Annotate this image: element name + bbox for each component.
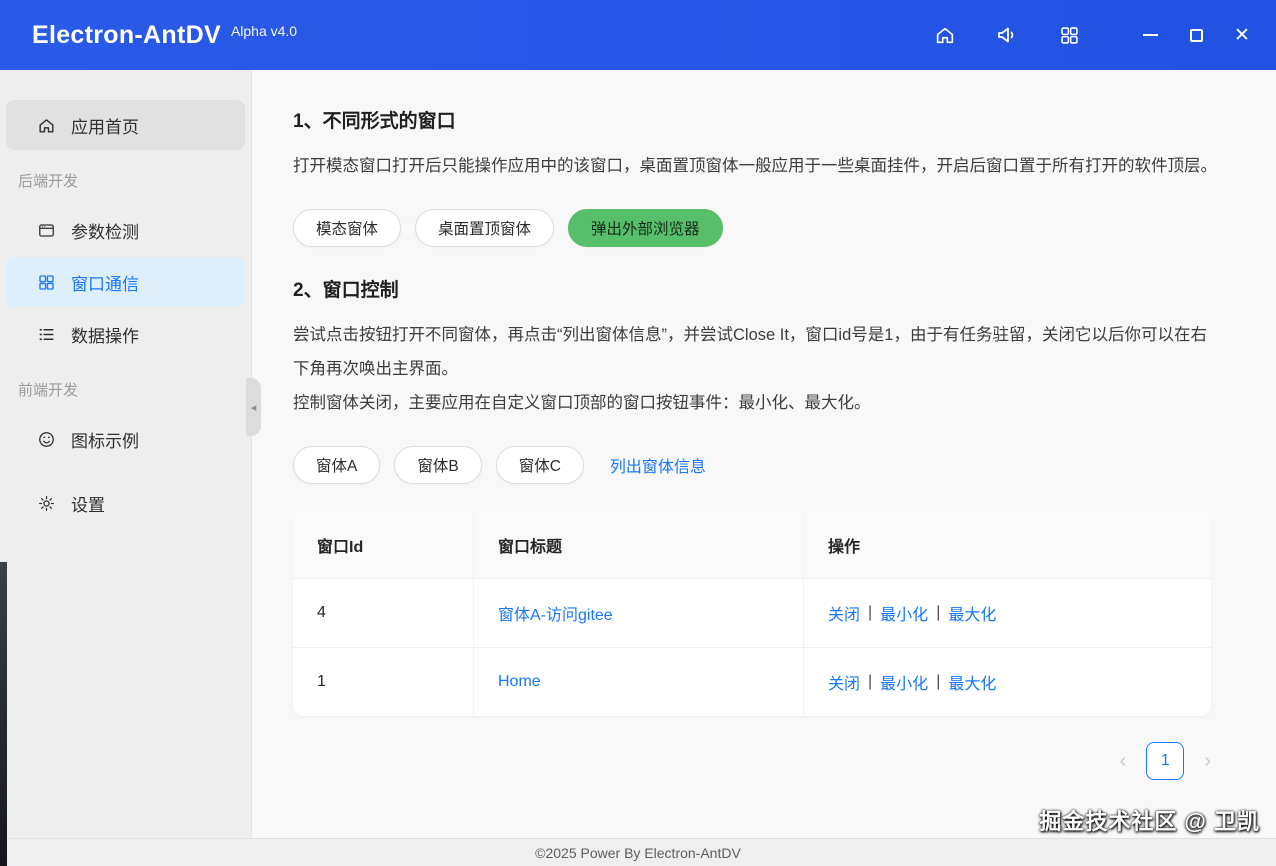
sidebar-item-label: 参数检测 xyxy=(71,218,139,243)
table-row: 1 Home 关闭 | 最小化 | 最大化 xyxy=(293,647,1211,716)
windows-table: 窗口Id 窗口标题 操作 4 窗体A-访问gitee 关闭 | 最小化 | 最大… xyxy=(293,512,1211,716)
sidebar-item-label: 应用首页 xyxy=(71,113,139,138)
cell-window-id: 4 xyxy=(293,579,473,647)
cell-actions: 关闭 | 最小化 | 最大化 xyxy=(803,648,1211,716)
minimize-window-link[interactable]: 最小化 xyxy=(880,670,928,694)
titlebar-actions: ✕ xyxy=(928,15,1276,55)
sidebar: 应用首页 后端开发 参数检测 窗口通信 xyxy=(0,70,252,838)
window-c-button[interactable]: 窗体C xyxy=(496,446,584,484)
gear-icon xyxy=(36,493,56,513)
always-on-top-window-button[interactable]: 桌面置顶窗体 xyxy=(415,209,554,247)
minimize-window-link[interactable]: 最小化 xyxy=(880,601,928,625)
sidebar-item-label: 图标示例 xyxy=(71,427,139,452)
maximize-window-link[interactable]: 最大化 xyxy=(948,601,996,625)
table-row: 4 窗体A-访问gitee 关闭 | 最小化 | 最大化 xyxy=(293,578,1211,647)
cell-window-id: 1 xyxy=(293,648,473,716)
close-icon: ✕ xyxy=(1234,26,1250,45)
desktop-background-edge xyxy=(0,562,7,866)
main-content: 1、不同形式的窗口 打开模态窗口打开后只能操作应用中的该窗口，桌面置顶窗体一般应… xyxy=(253,70,1276,838)
minimize-icon xyxy=(1143,34,1158,36)
windows-grid-icon xyxy=(36,272,56,292)
action-separator: | xyxy=(936,673,940,691)
list-window-info-link[interactable]: 列出窗体信息 xyxy=(610,453,706,477)
window-a-button[interactable]: 窗体A xyxy=(293,446,380,484)
window-title-link[interactable]: Home xyxy=(498,673,541,691)
modal-window-button[interactable]: 模态窗体 xyxy=(293,209,401,247)
sidebar-item-label: 设置 xyxy=(71,491,105,516)
sidebar-item-icon-demo[interactable]: 图标示例 xyxy=(6,414,245,464)
section2-title: 2、窗口控制 xyxy=(293,275,1236,302)
cell-window-title: 窗体A-访问gitee xyxy=(473,579,803,647)
close-button[interactable]: ✕ xyxy=(1222,15,1262,55)
sidebar-item-data-ops[interactable]: 数据操作 xyxy=(6,309,245,359)
maximize-window-link[interactable]: 最大化 xyxy=(948,670,996,694)
action-separator: | xyxy=(936,604,940,622)
sidebar-collapse-handle[interactable]: ◂ xyxy=(246,378,261,436)
chevron-left-icon: ◂ xyxy=(251,401,257,414)
pagination-prev-icon[interactable]: ‹ xyxy=(1120,751,1127,771)
table-header-row: 窗口Id 窗口标题 操作 xyxy=(293,512,1211,578)
sidebar-item-app-home[interactable]: 应用首页 xyxy=(6,100,245,150)
column-header-window-id: 窗口Id xyxy=(293,512,473,578)
pagination: ‹ 1 › xyxy=(293,742,1211,780)
browser-window-icon xyxy=(36,220,56,240)
action-separator: | xyxy=(868,604,872,622)
maximize-button[interactable] xyxy=(1176,15,1216,55)
community-watermark: 掘金技术社区 @ 卫凯 xyxy=(1039,804,1260,836)
section2-description-line1: 尝试点击按钮打开不同窗体，再点击“列出窗体信息”，并尝试Close It，窗口i… xyxy=(293,318,1223,386)
section2-buttons: 窗体A 窗体B 窗体C 列出窗体信息 xyxy=(293,446,1236,484)
section1-description: 打开模态窗口打开后只能操作应用中的该窗口，桌面置顶窗体一般应用于一些桌面挂件，开… xyxy=(293,149,1223,183)
titlebar: Electron-AntDV Alpha v4.0 xyxy=(0,0,1276,70)
pagination-next-icon[interactable]: › xyxy=(1204,751,1211,771)
open-external-browser-button[interactable]: 弹出外部浏览器 xyxy=(568,209,723,247)
section1-buttons: 模态窗体 桌面置顶窗体 弹出外部浏览器 xyxy=(293,209,1236,247)
action-separator: | xyxy=(868,673,872,691)
home-icon xyxy=(36,115,56,135)
cell-actions: 关闭 | 最小化 | 最大化 xyxy=(803,579,1211,647)
apps-grid-icon[interactable] xyxy=(1052,18,1086,52)
sidebar-item-label: 数据操作 xyxy=(71,322,139,347)
minimize-button[interactable] xyxy=(1130,15,1170,55)
sidebar-item-param-check[interactable]: 参数检测 xyxy=(6,205,245,255)
cell-window-title: Home xyxy=(473,648,803,716)
app-version: Alpha v4.0 xyxy=(231,23,297,39)
pagination-page-1[interactable]: 1 xyxy=(1146,742,1184,780)
footer: ©2025 Power By Electron-AntDV xyxy=(0,838,1276,866)
footer-text: ©2025 Power By Electron-AntDV xyxy=(535,845,741,861)
app-title: Electron-AntDV xyxy=(32,21,221,50)
sidebar-item-window-communication[interactable]: 窗口通信 xyxy=(6,257,245,307)
close-window-link[interactable]: 关闭 xyxy=(828,670,860,694)
section1-title: 1、不同形式的窗口 xyxy=(293,106,1236,133)
window-title-link[interactable]: 窗体A-访问gitee xyxy=(498,601,613,625)
window-b-button[interactable]: 窗体B xyxy=(394,446,481,484)
smile-icon xyxy=(36,429,56,449)
sidebar-group-backend: 后端开发 xyxy=(0,152,251,203)
section2-description-line2: 控制窗体关闭，主要应用在自定义窗口顶部的窗口按钮事件：最小化、最大化。 xyxy=(293,386,1223,420)
home-icon[interactable] xyxy=(928,18,962,52)
column-header-actions: 操作 xyxy=(803,512,1211,578)
sidebar-item-settings[interactable]: 设置 xyxy=(6,478,245,528)
sidebar-item-label: 窗口通信 xyxy=(71,270,139,295)
window-controls: ✕ xyxy=(1130,15,1262,55)
list-icon xyxy=(36,324,56,344)
close-window-link[interactable]: 关闭 xyxy=(828,601,860,625)
column-header-window-title: 窗口标题 xyxy=(473,512,803,578)
sidebar-group-frontend: 前端开发 xyxy=(0,361,251,412)
announcement-icon[interactable] xyxy=(990,18,1024,52)
maximize-icon xyxy=(1190,29,1203,42)
